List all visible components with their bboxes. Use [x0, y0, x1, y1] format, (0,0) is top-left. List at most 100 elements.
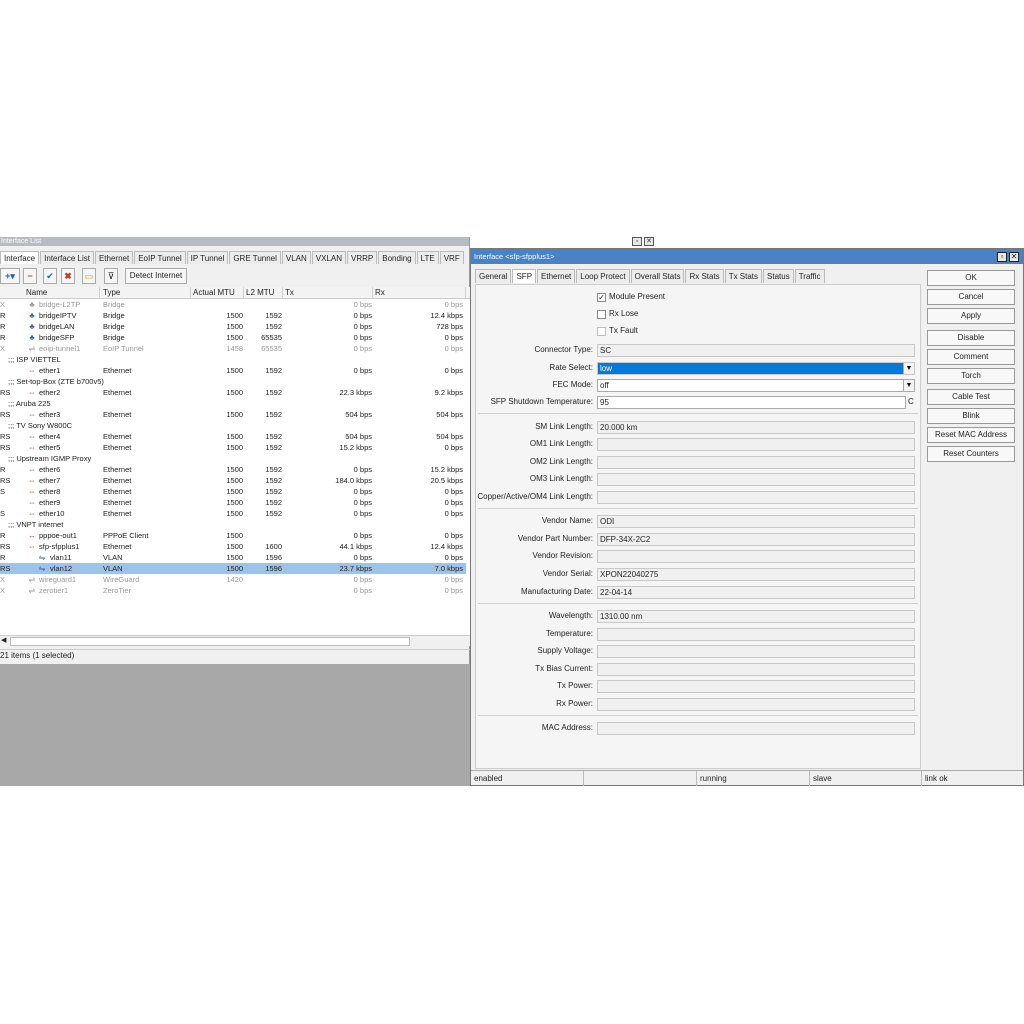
table-row[interactable]: ⇔ Sether10 Ethernet 1500 1592 0 bps 0 bps [0, 508, 466, 519]
table-row[interactable]: ♣ RbridgeLAN Bridge 1500 1592 0 bps 728 bps [0, 321, 466, 332]
row-rx: 728 bps [436, 322, 463, 331]
status-link: link ok [925, 774, 948, 783]
tab-bonding[interactable]: Bonding [378, 251, 416, 264]
apply-button[interactable]: Apply [927, 308, 1015, 324]
row-name: ether6 [39, 465, 61, 474]
tab-eoip-tunnel[interactable]: EoIP Tunnel [134, 251, 186, 264]
chevron-down-icon[interactable]: ▼ [903, 363, 914, 374]
cancel-button[interactable]: Cancel [927, 289, 1015, 305]
tab-rx-stats[interactable]: Rx Stats [685, 269, 724, 283]
table-row[interactable]: ⇔ RS ether7 Ethernet 1500 1592 184.0 kbps 20.5 … [0, 475, 466, 486]
tab-gre-tunnel[interactable]: GRE Tunnel [229, 251, 281, 264]
vendor-serial-label: Vendor Serial: [542, 569, 593, 578]
horizontal-scrollbar[interactable]: ◀ [0, 635, 470, 646]
close-icon[interactable]: ✕ [1009, 252, 1019, 262]
tab-vlan[interactable]: VLAN [281, 251, 311, 264]
comment-icon[interactable]: ▭ [82, 268, 96, 284]
tab-traffic[interactable]: Traffic [794, 269, 825, 283]
row-rx: 12.4 kbps [430, 311, 463, 320]
tab-ethernet[interactable]: Ethernet [537, 269, 576, 283]
cable-test-button[interactable]: Cable Test [927, 389, 1015, 405]
remove-icon[interactable]: − [23, 268, 37, 284]
tab-ethernet[interactable]: Ethernet [94, 251, 134, 264]
detect-internet-button[interactable]: Detect Internet [125, 268, 187, 284]
comment-text: ;;; Set-top-Box (ZTE b700v5) [8, 377, 104, 386]
tab-tx-stats[interactable]: Tx Stats [724, 269, 763, 283]
bridge-icon: ♣ [29, 311, 35, 320]
col-tx[interactable]: Tx [283, 287, 373, 299]
row-l2-mtu: 1596 [265, 553, 282, 562]
tab-interface[interactable]: Interface [0, 251, 40, 264]
shutdown-temp-input[interactable]: 95 [597, 396, 906, 409]
ok-button[interactable]: OK [927, 270, 1015, 286]
col-type[interactable]: Type [101, 287, 191, 299]
table-row[interactable]: ⇔ ether1 Ethernet 1500 1592 0 bps 0 bps [0, 365, 466, 376]
row-type: Bridge [103, 333, 125, 342]
table-row[interactable]: ⇔ RS ether5 Ethernet 1500 1592 15.2 kbps 0 bps [0, 442, 466, 453]
table-row[interactable]: ⇋ RS vlan12 VLAN 1500 1596 23.7 kbps 7.0 kbps [0, 563, 466, 574]
row-rx: 0 bps [444, 575, 463, 584]
col-l2-mtu[interactable]: L2 MTU [244, 287, 283, 299]
row-flag: S [0, 487, 6, 496]
tab-ip-tunnel[interactable]: IP Tunnel [186, 251, 229, 264]
rx-lose-checkbox[interactable] [597, 310, 606, 319]
add-icon[interactable]: +▾ [0, 268, 20, 284]
table-row[interactable]: ⇔ Sether8 Ethernet 1500 1592 0 bps 0 bps [0, 486, 466, 497]
table-row[interactable]: ♣ Xbridge-L2TP Bridge 0 bps 0 bps [0, 299, 466, 310]
vendor-part-field: DFP-34X-2C2 [597, 533, 915, 546]
enable-icon[interactable]: ✔ [43, 268, 57, 284]
close-icon[interactable]: ✕ [644, 237, 654, 246]
comment-button[interactable]: Comment [927, 349, 1015, 365]
row-tx: 0 bps [353, 531, 372, 540]
table-row[interactable]: ♣ RbridgeSFP Bridge 1500 65535 0 bps 0 bps [0, 332, 466, 343]
tab-interface-list[interactable]: Interface List [40, 251, 94, 264]
blink-button[interactable]: Blink [927, 408, 1015, 424]
disable-icon[interactable]: ✖ [61, 268, 75, 284]
reset-mac-button[interactable]: Reset MAC Address [927, 427, 1015, 443]
row-rx: 9.2 kbps [434, 388, 463, 397]
tab-status[interactable]: Status [763, 269, 794, 283]
table-row[interactable]: ⇔ RS ether3 Ethernet 1500 1592 504 bps 504 bps [0, 409, 466, 420]
col-name[interactable]: Name [24, 287, 100, 299]
tab-lte[interactable]: LTE [416, 251, 439, 264]
row-rx: 504 bps [436, 432, 463, 441]
reset-counters-button[interactable]: Reset Counters [927, 446, 1015, 462]
row-type: Ethernet [103, 465, 132, 474]
table-row[interactable]: ⇋ Rvlan11 VLAN 1500 1596 0 bps 0 bps [0, 552, 466, 563]
tab-vrf[interactable]: VRF [439, 251, 464, 264]
tab-vxlan[interactable]: VXLAN [311, 251, 347, 264]
rate-select-dropdown[interactable]: low ▼ [597, 362, 915, 375]
disable-button[interactable]: Disable [927, 330, 1015, 346]
table-row[interactable]: ⇌ Xzerotier1 ZeroTier 0 bps 0 bps [0, 585, 466, 596]
chevron-down-icon[interactable]: ▼ [903, 380, 914, 391]
scroll-left-icon[interactable]: ◀ [1, 636, 6, 644]
table-row[interactable]: ↔ Rpppoe-out1 PPPoE Client 1500 0 bps 0 bps [0, 530, 466, 541]
tab-loop-protect[interactable]: Loop Protect [576, 269, 630, 283]
tab-sfp[interactable]: SFP [512, 269, 537, 283]
filter-icon[interactable]: ⊽ [104, 268, 118, 284]
tab-general[interactable]: General [475, 269, 512, 283]
table-row[interactable]: ⇔ RS ether4 Ethernet 1500 1592 504 bps 504 bps [0, 431, 466, 442]
table-row[interactable]: ⇔ RS sfp-sfpplus1 Ethernet 1500 1600 44.1 kbps… [0, 541, 466, 552]
table-row[interactable]: ⇔ ether9 Ethernet 1500 1592 0 bps 0 bps [0, 497, 466, 508]
bridge-icon: ♣ [29, 333, 35, 342]
scrollbar-thumb[interactable] [10, 637, 410, 646]
table-row[interactable]: ⇌ Xeoip-tunnel1 EoIP Tunnel 1458 65535 0 bps 0… [0, 343, 466, 354]
table-row[interactable]: ♣ RbridgeIPTV Bridge 1500 1592 0 bps 12.4 kbps [0, 310, 466, 321]
col-rx[interactable]: Rx [373, 287, 466, 299]
tab-overall-stats[interactable]: Overall Stats [630, 269, 685, 283]
module-present-checkbox[interactable]: ✓ [597, 293, 606, 302]
col-actual-mtu[interactable]: Actual MTU [191, 287, 244, 299]
maximize-icon[interactable]: ▫ [997, 252, 1007, 262]
row-tx: 0 bps [353, 465, 372, 474]
torch-button[interactable]: Torch [927, 368, 1015, 384]
tab-vrrp[interactable]: VRRP [347, 251, 378, 264]
status-slave: slave [810, 771, 922, 786]
table-row[interactable]: ⇔ Rether6 Ethernet 1500 1592 0 bps 15.2 kbps [0, 464, 466, 475]
tx-fault-checkbox[interactable] [597, 327, 606, 336]
restore-icon[interactable]: ▫ [632, 237, 642, 246]
fec-mode-dropdown[interactable]: off ▼ [597, 379, 915, 392]
table-row[interactable]: ⇔ RS ether2 Ethernet 1500 1592 22.3 kbps 9.2 kb… [0, 387, 466, 398]
row-type: Ethernet [103, 509, 132, 518]
table-row[interactable]: ⇌ Xwireguard1 WireGuard 1420 0 bps 0 bps [0, 574, 466, 585]
